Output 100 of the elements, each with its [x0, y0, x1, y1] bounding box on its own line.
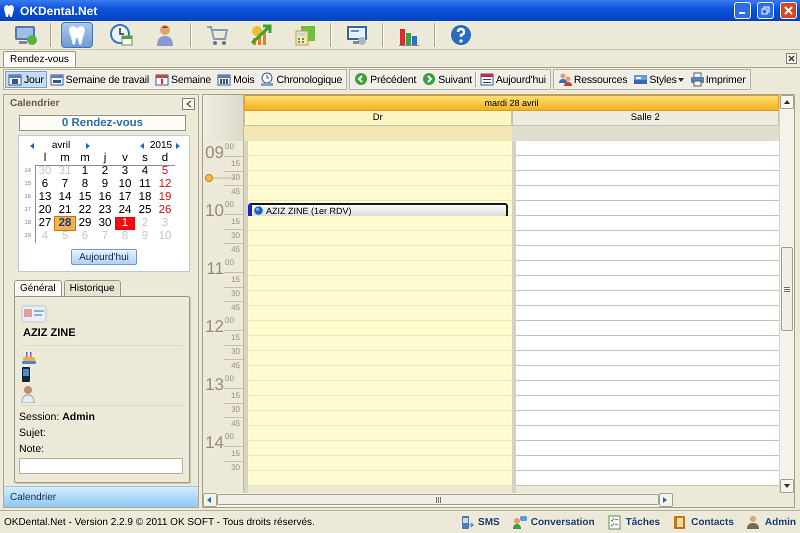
tab[interactable]: Général [14, 280, 62, 296]
time-slot[interactable] [248, 426, 512, 441]
time-slot[interactable] [516, 321, 779, 336]
time-slot[interactable] [248, 171, 512, 186]
tab[interactable]: Historique [64, 280, 121, 296]
calendar-day[interactable]: 24 [115, 204, 135, 217]
calendar-day[interactable]: 13 [35, 191, 55, 204]
time-slot[interactable] [248, 441, 512, 456]
scroll-thumb[interactable] [781, 247, 793, 331]
resource-header[interactable]: Dr [244, 111, 512, 126]
calendar-day[interactable]: 4 [135, 165, 155, 178]
status-link[interactable]: SMS [459, 514, 500, 530]
toolbar-button[interactable]: Semaine de travail [46, 71, 152, 88]
time-slot[interactable] [516, 306, 779, 321]
time-slot[interactable] [516, 396, 779, 411]
toolbar-button[interactable]: Aujourd'hui [476, 71, 549, 88]
previous-year-icon[interactable] [139, 142, 147, 150]
scroll-down-button[interactable] [780, 479, 794, 493]
time-slot[interactable] [516, 201, 779, 216]
time-slot[interactable] [516, 216, 779, 231]
toolbar-button[interactable] [61, 22, 93, 48]
resource-header[interactable]: Salle 2 [512, 111, 779, 126]
calendar-day[interactable]: 8 [75, 178, 95, 191]
time-slot[interactable] [516, 441, 779, 456]
horizontal-scrollbar[interactable] [203, 493, 673, 507]
toolbar-button[interactable]: Imprimer [686, 71, 749, 88]
calendar-day[interactable]: 26 [155, 204, 175, 217]
time-slot[interactable] [516, 186, 779, 201]
time-slot[interactable] [248, 351, 512, 366]
calendar-day[interactable]: 2 [95, 165, 115, 178]
calendar-day[interactable]: 1 [115, 217, 135, 230]
time-slot[interactable] [248, 306, 512, 321]
time-slot[interactable] [248, 396, 512, 411]
close-tab-button[interactable] [786, 53, 797, 64]
calendar-day[interactable]: 27 [35, 217, 55, 230]
collapse-button[interactable] [182, 98, 195, 110]
calendar-day[interactable]: 11 [135, 178, 155, 191]
all-day-row[interactable] [512, 126, 779, 141]
calendar-day[interactable]: 17 [115, 191, 135, 204]
navigation-bar[interactable]: Calendrier [4, 486, 198, 507]
calendar-day[interactable]: 5 [155, 165, 175, 178]
time-slot[interactable] [516, 366, 779, 381]
calendar-day[interactable]: 15 [75, 191, 95, 204]
scroll-up-button[interactable] [780, 95, 794, 109]
calendar-day[interactable]: 25 [135, 204, 155, 217]
time-slot[interactable] [516, 411, 779, 426]
scroll-left-button[interactable] [203, 493, 217, 507]
minimize-button[interactable] [734, 2, 751, 19]
calendar-day[interactable]: 1 [75, 165, 95, 178]
time-slot[interactable] [248, 156, 512, 171]
calendar-day[interactable]: 14 [55, 191, 75, 204]
calendar-day[interactable]: 30 [95, 217, 115, 230]
vertical-scrollbar[interactable] [779, 95, 794, 493]
time-slot[interactable] [248, 246, 512, 261]
toolbar-button[interactable]: Chronologique [257, 71, 346, 88]
time-slot[interactable] [248, 471, 512, 486]
status-link[interactable]: Conversation [512, 514, 595, 530]
time-slot[interactable] [248, 261, 512, 276]
time-slot[interactable] [248, 456, 512, 471]
time-slot[interactable] [516, 246, 779, 261]
time-slot[interactable] [516, 261, 779, 276]
time-slot[interactable] [248, 216, 512, 231]
maximize-button[interactable] [757, 2, 774, 19]
time-slot[interactable] [248, 336, 512, 351]
calendar-day[interactable]: 10 [115, 178, 135, 191]
time-slot[interactable] [516, 156, 779, 171]
time-slot[interactable] [516, 336, 779, 351]
time-slot[interactable] [248, 321, 512, 336]
time-slot[interactable] [248, 366, 512, 381]
time-slot[interactable] [248, 411, 512, 426]
calendar-day[interactable]: 21 [55, 204, 75, 217]
calendar-day[interactable]: 7 [55, 178, 75, 191]
calendar-day[interactable]: 28 [55, 217, 75, 230]
time-slot[interactable] [516, 381, 779, 396]
time-slot[interactable] [248, 141, 512, 156]
note-field[interactable] [19, 458, 183, 474]
scroll-right-button[interactable] [659, 493, 673, 507]
time-slot[interactable] [248, 231, 512, 246]
calendar-day[interactable]: 19 [155, 191, 175, 204]
toolbar-button[interactable]: Styles [630, 71, 687, 88]
today-button[interactable]: Aujourd'hui [71, 249, 137, 265]
calendar-day[interactable]: 20 [35, 204, 55, 217]
all-day-row[interactable] [244, 126, 512, 141]
time-slot[interactable]: AZIZ ZINE (1er RDV) [248, 201, 512, 216]
time-slot[interactable] [516, 276, 779, 291]
time-slot[interactable] [516, 456, 779, 471]
calendar-day[interactable]: 6 [35, 178, 55, 191]
previous-month-icon[interactable] [29, 142, 37, 150]
status-link[interactable]: Admin [746, 514, 796, 530]
toolbar-button[interactable]: Semaine [152, 71, 214, 88]
time-slot[interactable] [248, 276, 512, 291]
calendar-day[interactable]: 18 [135, 191, 155, 204]
calendar-day[interactable]: 3 [115, 165, 135, 178]
close-button[interactable] [780, 2, 797, 19]
time-slot[interactable] [516, 141, 779, 156]
time-slot[interactable] [248, 381, 512, 396]
time-slot[interactable] [516, 171, 779, 186]
document-tab[interactable]: Rendez-vous [3, 51, 76, 67]
toolbar-button[interactable]: Ressources [554, 71, 630, 88]
calendar-day[interactable]: 9 [95, 178, 115, 191]
